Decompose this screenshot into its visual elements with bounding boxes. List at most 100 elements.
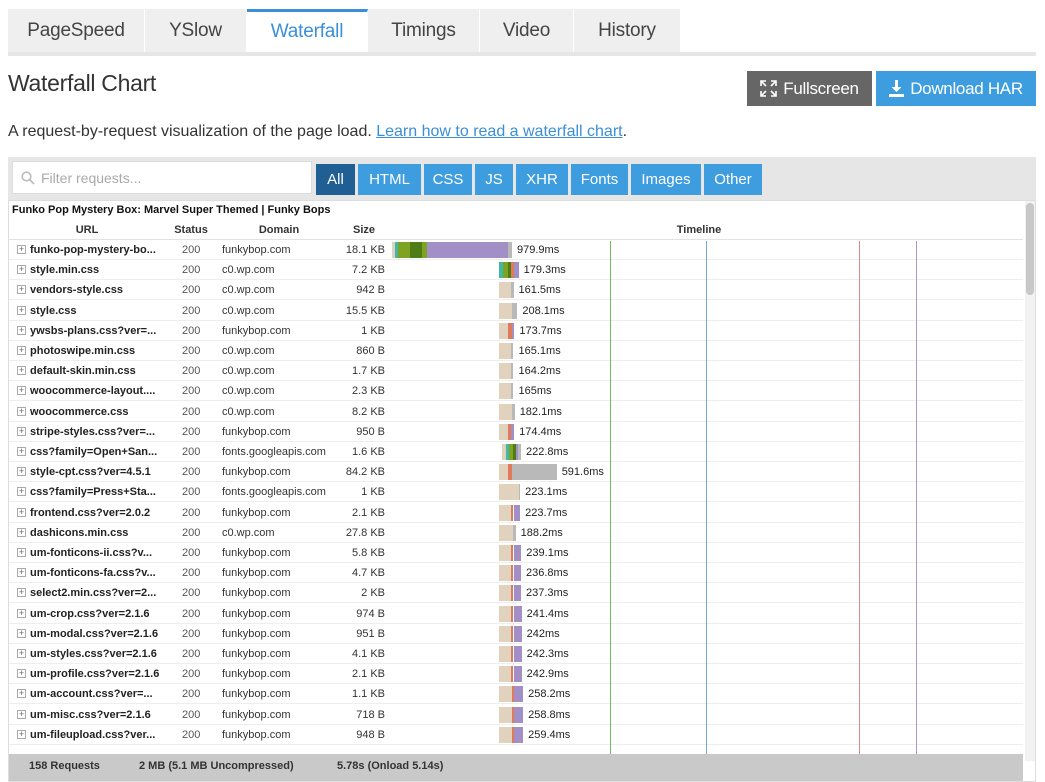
expand-row-icon[interactable]: + (17, 548, 26, 557)
expand-row-icon[interactable]: + (17, 386, 26, 396)
column-timeline[interactable]: Timeline (659, 224, 739, 236)
expand-row-icon[interactable]: + (17, 245, 26, 254)
request-size: 951 B (356, 627, 385, 640)
request-row[interactable]: + style.css 200 c0.wp.com 15.5 KB 208.1ms (9, 301, 1023, 321)
expand-row-icon[interactable]: + (17, 325, 26, 335)
request-row[interactable]: + um-styles.css?ver=2.1.6 200 funkybop.com 4… (9, 644, 1023, 664)
request-row[interactable]: + um-account.css?ver=... 200 funkybop.com 1.… (9, 684, 1023, 705)
timeline-blocking-segment (498, 545, 512, 561)
expand-row-icon[interactable]: + (17, 406, 26, 416)
request-row[interactable]: + funko-pop-mystery-bo... 200 funkybop.com 1… (9, 240, 1023, 260)
request-status: 200 (182, 264, 201, 277)
filter-other-button[interactable]: Other (704, 164, 762, 195)
request-row[interactable]: + default-skin.min.css 200 c0.wp.com 1.7 KB 1… (9, 361, 1023, 382)
column-url[interactable]: URL (59, 224, 115, 236)
filter-all-button[interactable]: All (316, 164, 355, 195)
filter-js-button[interactable]: JS (475, 164, 513, 195)
expand-row-icon[interactable]: + (17, 709, 26, 719)
request-time: 208.1ms (522, 304, 565, 317)
request-row[interactable]: + woocommerce-layout.... 200 c0.wp.com 2.3 K… (9, 381, 1023, 402)
request-time: 173.7ms (519, 324, 562, 337)
column-domain[interactable]: Domain (249, 224, 309, 236)
scrollbar-thumb[interactable] (1026, 203, 1034, 295)
request-row[interactable]: + stripe-styles.css?ver=... 200 funkybop.co… (9, 422, 1023, 442)
timeline-blocking-segment (498, 524, 513, 541)
waterfall-help-link[interactable]: Learn how to read a waterfall chart (376, 123, 622, 140)
tab-video[interactable]: Video (480, 9, 574, 52)
filter-css-button[interactable]: CSS (424, 164, 472, 195)
fullscreen-button[interactable]: Fullscreen (747, 71, 872, 106)
expand-row-icon[interactable]: + (17, 366, 26, 376)
expand-row-icon[interactable]: + (17, 689, 26, 699)
filter-fonts-button[interactable]: Fonts (571, 164, 628, 195)
expand-row-icon[interactable]: + (17, 447, 26, 456)
filter-html-button[interactable]: HTML (358, 164, 421, 195)
expand-row-icon[interactable]: + (17, 527, 26, 537)
expand-row-icon[interactable]: + (17, 507, 26, 517)
timeline-blocking-segment (498, 464, 509, 481)
expand-row-icon[interactable]: + (17, 285, 26, 295)
request-time: 241.4ms (526, 607, 569, 620)
filter-xhr-button[interactable]: XHR (516, 164, 568, 195)
request-row[interactable]: + um-fileupload.css?ver... 200 funkybop.com… (9, 725, 1023, 745)
request-row[interactable]: + um-misc.css?ver=2.1.6 200 funkybop.com 718… (9, 705, 1023, 725)
request-time: 179.3ms (523, 264, 566, 277)
request-row[interactable]: + ywsbs-plans.css?ver=... 200 funkybop.com 1… (9, 321, 1023, 341)
request-row[interactable]: + style-cpt.css?ver=4.5.1 200 funkybop.com 8… (9, 462, 1023, 483)
expand-row-icon[interactable]: + (17, 568, 26, 578)
request-size: 1.7 KB (351, 365, 385, 378)
request-row[interactable]: + um-crop.css?ver=2.1.6 200 funkybop.com 974… (9, 604, 1023, 624)
tab-yslow[interactable]: YSlow (145, 9, 247, 52)
expand-row-icon[interactable]: + (17, 608, 26, 618)
tab-pagespeed[interactable]: PageSpeed (8, 9, 145, 52)
filter-images-button[interactable]: Images (631, 164, 701, 195)
expand-row-icon[interactable]: + (17, 265, 26, 275)
request-row[interactable]: + frontend.css?ver=2.0.2 200 funkybop.com 2.… (9, 503, 1023, 523)
request-row[interactable]: + style.min.css 200 c0.wp.com 7.2 KB 179.3ms (9, 260, 1023, 281)
request-row[interactable]: + dashicons.min.css 200 c0.wp.com 27.8 KB 188… (9, 523, 1023, 543)
timeline-wait-segment (514, 262, 519, 279)
request-row[interactable]: + um-fonticons-fa.css?v... 200 funkybop.com… (9, 563, 1023, 584)
timeline-wait-segment (513, 646, 522, 662)
expand-row-icon[interactable]: + (17, 669, 26, 679)
fullscreen-label: Fullscreen (783, 78, 859, 98)
request-row[interactable]: + um-fonticons-ii.css?v... 200 funkybop.com… (9, 543, 1023, 563)
request-status: 200 (182, 688, 201, 701)
request-row[interactable]: + css?family=Open+San... 200 fonts.googleap… (9, 442, 1023, 462)
request-domain: funkybop.com (222, 244, 291, 256)
expand-row-icon[interactable]: + (17, 588, 26, 598)
request-size: 2.1 KB (351, 506, 385, 519)
download-icon (889, 80, 905, 97)
request-time: 222.8ms (526, 446, 569, 458)
column-status[interactable]: Status (169, 224, 213, 236)
timeline-wait-segment (426, 242, 508, 258)
request-row[interactable]: + vendors-style.css 200 c0.wp.com 942 B 161.5… (9, 280, 1023, 301)
expand-row-icon[interactable]: + (17, 729, 26, 739)
request-row[interactable]: + photoswipe.min.css 200 c0.wp.com 860 B 165.… (9, 341, 1023, 361)
timeline-blocking-segment (498, 484, 519, 501)
request-row[interactable]: + um-modal.css?ver=2.1.6 200 funkybop.com 95… (9, 624, 1023, 644)
request-domain: funkybop.com (222, 708, 291, 721)
expand-row-icon[interactable]: + (17, 467, 26, 477)
request-row[interactable]: + um-profile.css?ver=2.1.6 200 funkybop.com… (9, 664, 1023, 685)
tab-waterfall[interactable]: Waterfall (247, 9, 368, 52)
expand-row-icon[interactable]: + (17, 305, 26, 315)
request-row[interactable]: + woocommerce.css 200 c0.wp.com 8.2 KB 182.1m… (9, 402, 1023, 422)
request-size: 974 B (356, 607, 385, 620)
request-row[interactable]: + css?family=Press+Sta... 200 fonts.googlea… (9, 482, 1023, 503)
expand-row-icon[interactable]: + (17, 628, 26, 638)
request-row[interactable]: + select2.min.css?ver=2... 200 funkybop.com… (9, 583, 1023, 604)
request-time: 237.3ms (526, 587, 569, 600)
column-size[interactable]: Size (344, 224, 384, 236)
expand-row-icon[interactable]: + (17, 426, 26, 436)
request-url: um-fonticons-fa.css?v... (30, 567, 156, 580)
download-har-button[interactable]: Download HAR (876, 71, 1036, 106)
filter-input[interactable] (41, 162, 309, 193)
tab-timings[interactable]: Timings (368, 9, 480, 52)
request-size: 15.5 KB (345, 304, 385, 317)
expand-row-icon[interactable]: + (17, 346, 26, 355)
request-status: 200 (182, 466, 201, 479)
expand-row-icon[interactable]: + (17, 649, 26, 658)
tab-history[interactable]: History (574, 9, 681, 52)
expand-row-icon[interactable]: + (17, 487, 26, 497)
